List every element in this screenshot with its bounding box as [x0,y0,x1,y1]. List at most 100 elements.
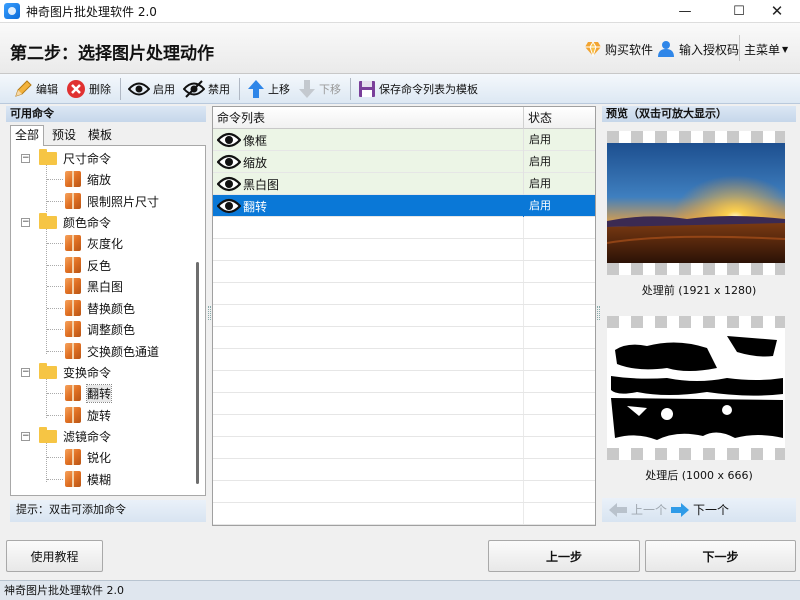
tree-item-label: 反色 [87,258,112,273]
tree-folder[interactable]: 颜色命令 [39,212,111,232]
prev-image-button[interactable]: 上一个 [608,501,667,518]
tree-line [47,457,63,458]
tree-line [47,286,63,287]
command-cell: 翻转 [213,195,523,217]
tree-item[interactable]: 反色 [65,255,111,275]
tree-scrollbar[interactable] [196,262,199,484]
main-menu-button[interactable]: 主菜单 ▼ [744,39,788,59]
edit-button[interactable]: 编辑 [10,77,61,101]
empty-row [213,217,595,239]
save-template-button[interactable]: 保存命令列表为模板 [355,77,481,101]
main-menu-label: 主菜单 [744,42,781,57]
tree-folder[interactable]: 滤镜命令 [39,426,111,446]
table-row[interactable]: 像框 启用 [213,129,595,151]
tree-item[interactable]: 灰度化 [65,233,123,253]
empty-row [213,481,595,503]
empty-row [213,459,595,481]
move-up-button[interactable]: 上移 [244,77,293,101]
save-template-label: 保存命令列表为模板 [379,82,478,96]
collapse-toggle[interactable]: − [21,368,30,377]
tree-folder[interactable]: 尺寸命令 [39,148,111,168]
command-cell: 黑白图 [213,173,523,195]
tree-item-label: 旋转 [87,408,112,423]
disable-label: 禁用 [208,82,230,96]
move-down-button[interactable]: 下移 [295,77,344,101]
tree-line [46,162,47,212]
tree-item[interactable]: 交换颜色通道 [65,341,159,361]
tree-item[interactable]: 旋转 [65,405,111,425]
tree-folder-label: 颜色命令 [63,215,112,230]
prev-image-label: 上一个 [631,503,668,517]
title-bar: 神奇图片批处理软件 2.0 — ☐ ✕ [0,0,800,22]
tab-presets[interactable]: 预设 [48,126,80,146]
table-row[interactable]: 缩放 启用 [213,151,595,173]
status-bar: 神奇图片批处理软件 2.0 [0,580,800,600]
preview-after[interactable] [607,316,785,460]
column-header-status[interactable]: 状态 [523,107,595,129]
tree-item-selected[interactable]: 翻转 [65,383,113,403]
eye-icon [217,198,241,214]
column-header-command[interactable]: 命令列表 [213,107,523,129]
table-row-selected[interactable]: 翻转 启用 [213,195,595,217]
previous-step-button[interactable]: 上一步 [488,540,640,572]
enable-button[interactable]: 启用 [125,77,178,101]
tree-folder[interactable]: 变换命令 [39,362,111,382]
buy-button[interactable]: 购买软件 [584,39,653,59]
empty-row [213,327,595,349]
tree-item[interactable]: 调整颜色 [65,319,135,339]
tree-line [47,351,63,352]
eye-icon [217,154,241,170]
close-icon[interactable]: ✕ [754,0,800,22]
black-white-result-image [607,328,785,448]
tree-line [46,226,47,354]
tree-item-label: 锐化 [87,450,112,465]
preview-before[interactable] [607,131,785,275]
next-image-button[interactable]: 下一个 [670,501,729,518]
tree-line [47,415,63,416]
collapse-toggle[interactable]: − [21,218,30,227]
command-cell: 像框 [213,129,523,151]
header-divider [739,35,740,61]
left-splitter-handle[interactable] [208,306,211,320]
minimize-icon[interactable]: — [662,0,708,22]
tab-all[interactable]: 全部 [10,125,45,147]
tree-item-label: 替换颜色 [87,301,136,316]
edit-label: 编辑 [36,82,58,96]
collapse-toggle[interactable]: − [21,154,30,163]
arrow-down-icon [299,79,315,98]
tree-item[interactable]: 锐化 [65,447,111,467]
tree-item-label: 翻转 [85,383,113,403]
empty-row [213,305,595,327]
tree-item[interactable]: 黑白图 [65,276,123,296]
disable-button[interactable]: 禁用 [180,77,233,101]
license-button[interactable]: 输入授权码 [657,39,739,59]
floppy-disk-icon [359,80,375,97]
command-box-icon [65,385,81,401]
arrow-left-icon [609,502,627,517]
command-box-icon [65,449,81,465]
tree-item-label: 灰度化 [87,236,124,251]
right-splitter-handle[interactable] [597,306,600,320]
collapse-toggle[interactable]: − [21,432,30,441]
status-cell: 启用 [523,129,595,151]
delete-label: 删除 [89,82,111,96]
tree-item[interactable]: 缩放 [65,169,111,189]
tree-line [46,440,47,482]
table-row[interactable]: 黑白图 启用 [213,173,595,195]
command-name: 翻转 [243,199,268,214]
empty-row [213,503,595,525]
eye-icon [217,132,241,148]
tutorial-button[interactable]: 使用教程 [6,540,103,572]
command-box-icon [65,471,81,487]
status-cell: 启用 [523,173,595,195]
next-step-button[interactable]: 下一步 [645,540,796,572]
tree-item[interactable]: 限制照片尺寸 [65,191,159,211]
delete-button[interactable]: 删除 [63,77,114,101]
toolbar: 编辑 删除 启用 禁用 上移 下移 保存命令列表为模板 [0,74,800,104]
film-strip [607,263,785,275]
command-cell: 缩放 [213,151,523,173]
tab-templates[interactable]: 模板 [84,126,116,146]
tree-item[interactable]: 模糊 [65,469,111,489]
tree-item[interactable]: 替换颜色 [65,298,135,318]
tree-line [47,308,63,309]
